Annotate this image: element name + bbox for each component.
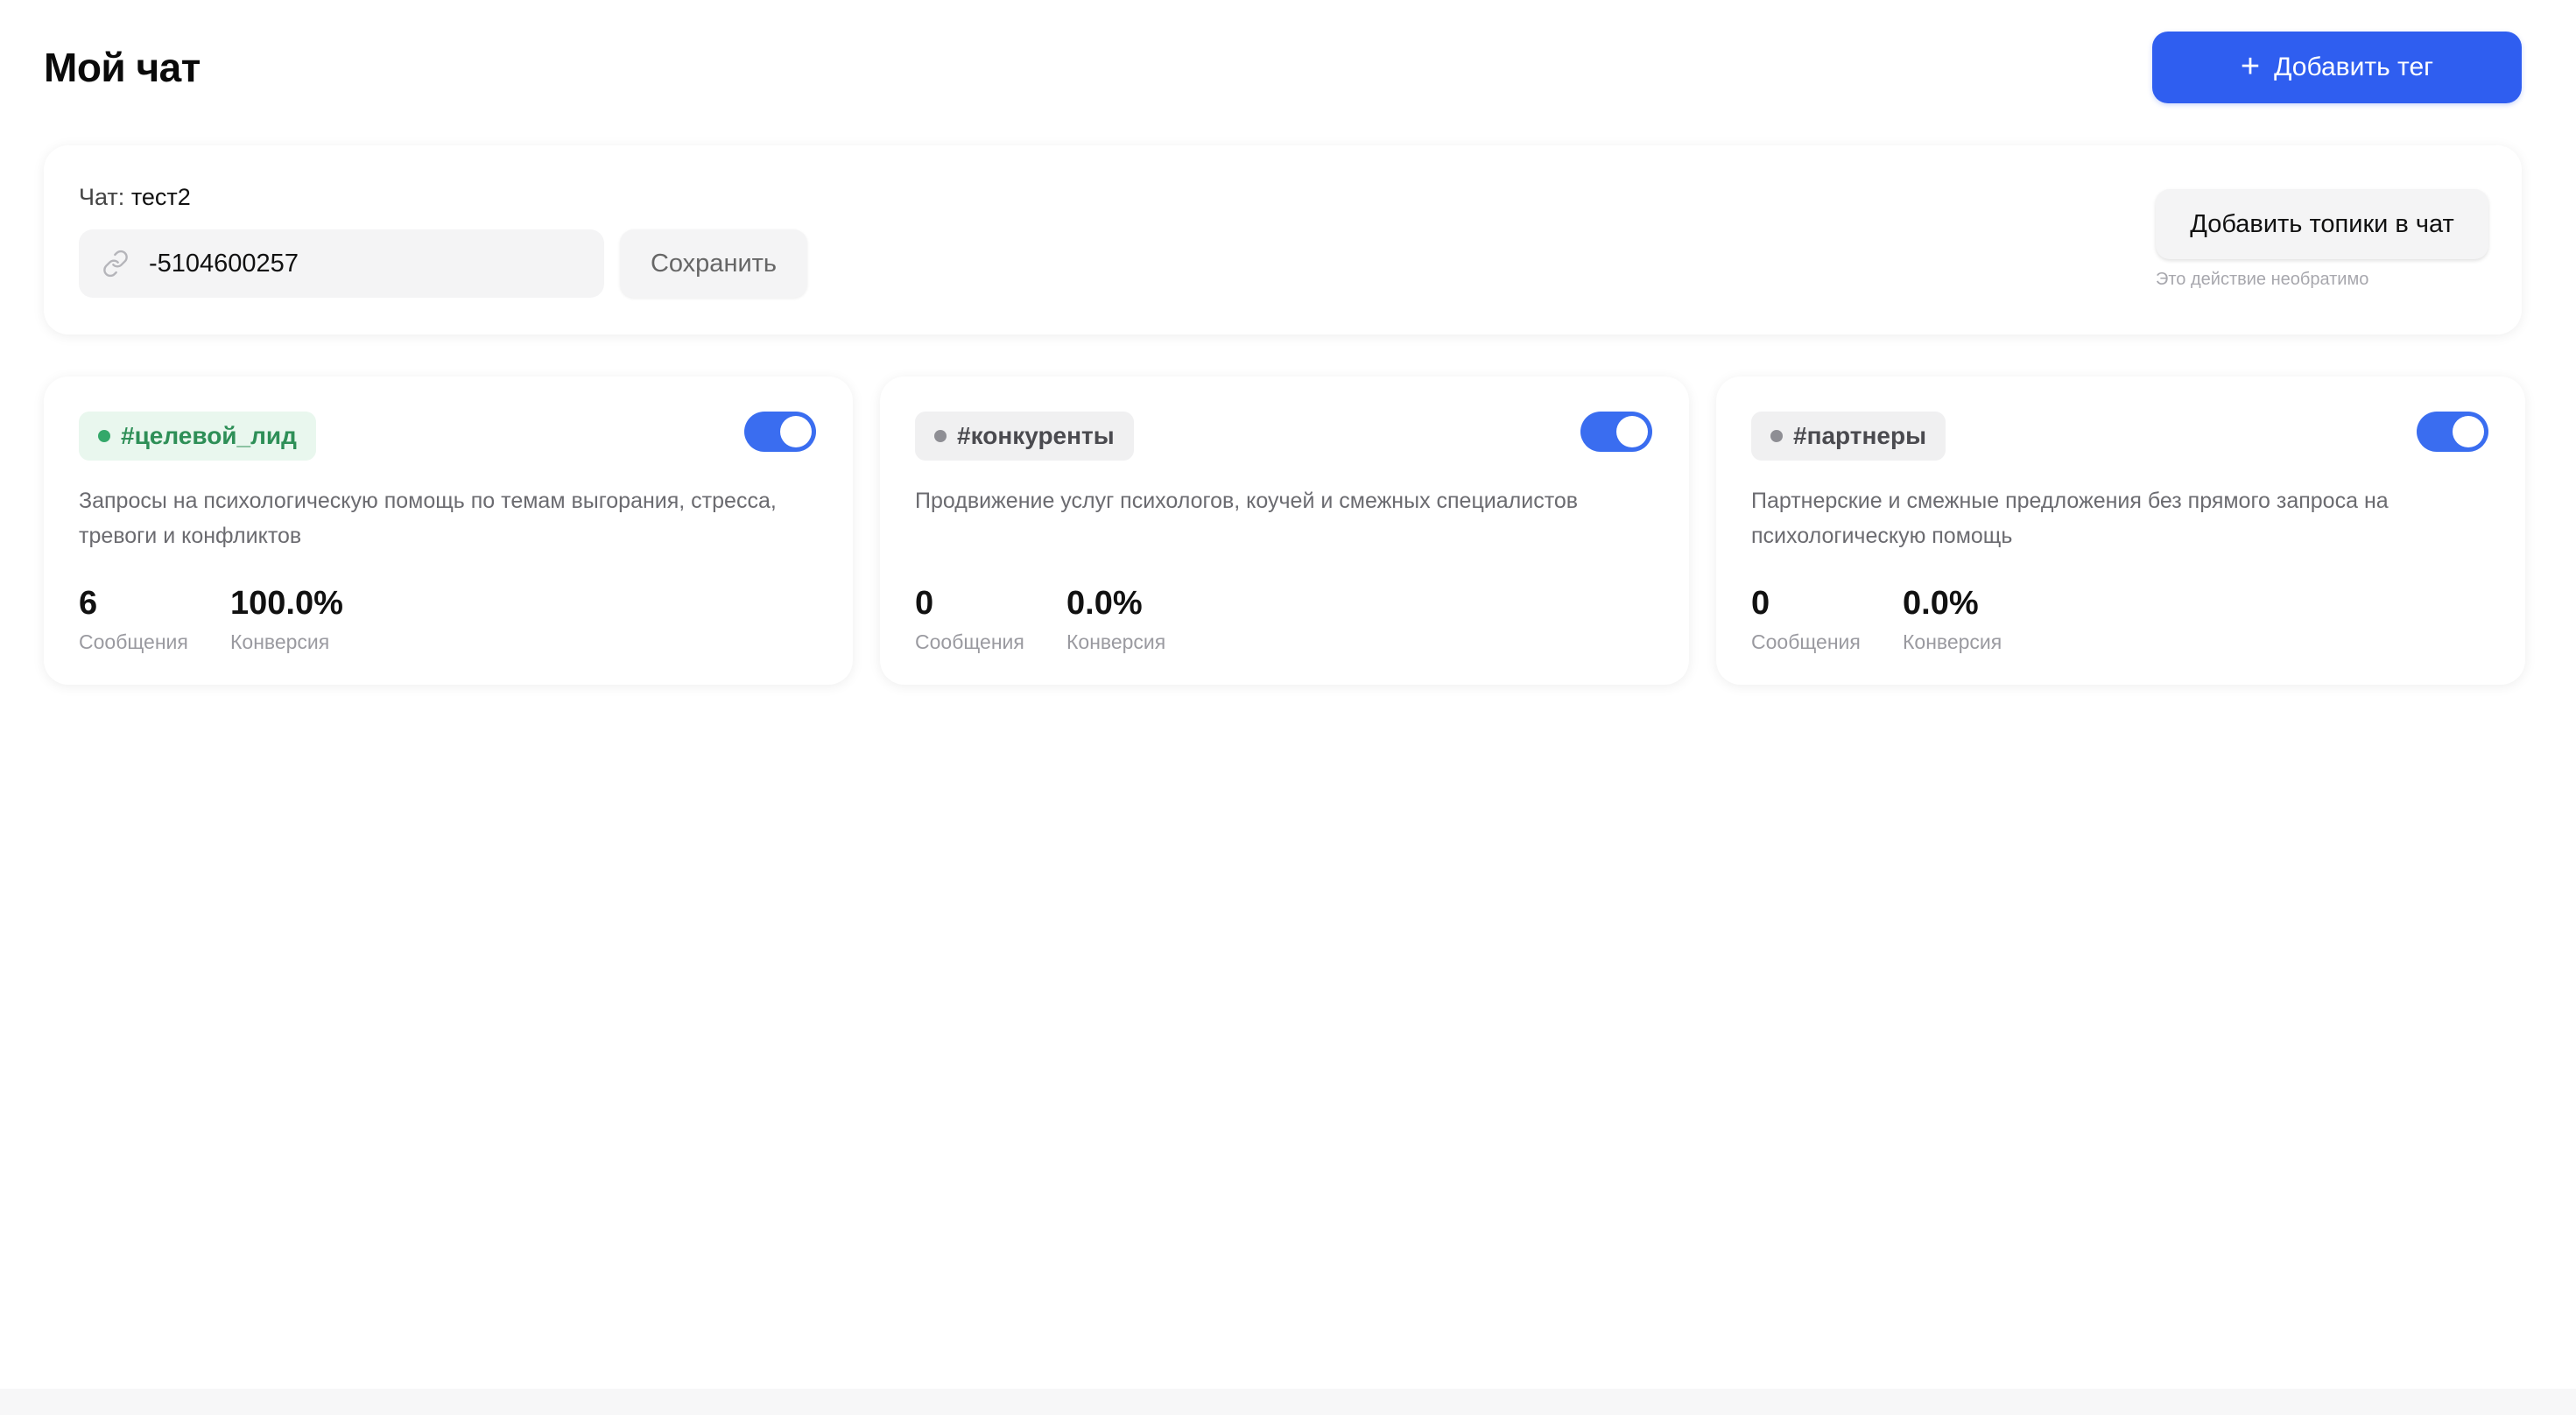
messages-stat: 0 Сообщения	[1751, 583, 1861, 654]
chat-settings-card: Чат: тест2 Сохранить Добавить топики в ч…	[44, 145, 2522, 334]
conversion-value: 0.0%	[1903, 585, 1979, 622]
conversion-label: Конверсия	[1066, 630, 1166, 653]
tag-description: Продвижение услуг психологов, коучей и с…	[915, 489, 1579, 513]
footer-strip	[0, 1389, 2576, 1415]
messages-value: 0	[1751, 585, 1770, 622]
conversion-stat: 0.0% Конверсия	[1903, 583, 2002, 654]
toggle-knob	[1616, 416, 1648, 447]
messages-value: 0	[915, 585, 934, 622]
add-topics-button[interactable]: Добавить топики в чат	[2156, 189, 2488, 259]
conversion-label: Конверсия	[1903, 630, 2002, 653]
conversion-stat: 100.0% Конверсия	[230, 583, 343, 654]
irreversible-note: Это действие необратимо	[2156, 270, 2369, 289]
tag-enabled-toggle[interactable]	[2417, 412, 2488, 452]
tag-name: #целевой_лид	[121, 422, 297, 449]
link-icon	[102, 249, 131, 278]
messages-stat: 0 Сообщения	[915, 583, 1024, 654]
save-button[interactable]: Сохранить	[620, 229, 807, 298]
messages-value: 6	[79, 585, 98, 622]
tag-card: #конкуренты Продвижение услуг психологов…	[880, 377, 1689, 685]
tag-card: #партнеры Партнерские и смежные предложе…	[1716, 377, 2525, 685]
add-tag-label: Добавить тег	[2274, 53, 2434, 81]
tag-card: #целевой_лид Запросы на психологическую …	[44, 377, 853, 685]
chat-name: тест2	[130, 184, 191, 210]
messages-label: Сообщения	[1751, 630, 1861, 653]
messages-label: Сообщения	[915, 630, 1024, 653]
plus-icon: +	[2240, 48, 2261, 85]
conversion-value: 0.0%	[1066, 585, 1143, 622]
conversion-label: Конверсия	[230, 630, 330, 653]
messages-label: Сообщения	[79, 630, 188, 653]
chat-label-prefix: Чат:	[79, 184, 125, 210]
page-header: Мой чат + Добавить тег	[44, 32, 2522, 103]
messages-stat: 6 Сообщения	[79, 583, 188, 654]
tag-status-dot	[98, 430, 110, 442]
tag-status-dot	[934, 430, 947, 442]
tag-description: Запросы на психологическую помощь по тем…	[79, 489, 777, 548]
tag-enabled-toggle[interactable]	[1580, 412, 1652, 452]
chat-id-field[interactable]	[79, 229, 604, 298]
conversion-stat: 0.0% Конверсия	[1066, 583, 1165, 654]
tag-badge: #целевой_лид	[79, 412, 316, 461]
tag-name: #конкуренты	[957, 422, 1115, 449]
tag-status-dot	[1770, 430, 1783, 442]
toggle-knob	[780, 416, 812, 447]
tag-badge: #конкуренты	[915, 412, 1134, 461]
chat-label-row: Чат: тест2	[79, 184, 191, 211]
tag-badge: #партнеры	[1751, 412, 1946, 461]
conversion-value: 100.0%	[230, 585, 343, 622]
tag-name: #партнеры	[1793, 422, 1927, 449]
tag-enabled-toggle[interactable]	[744, 412, 816, 452]
chat-id-input[interactable]	[149, 249, 569, 278]
page: Мой чат + Добавить тег Чат: тест2 Сохран…	[0, 0, 2576, 1389]
page-title: Мой чат	[44, 45, 201, 90]
tag-description: Партнерские и смежные предложения без пр…	[1751, 489, 2389, 548]
add-tag-button[interactable]: + Добавить тег	[2152, 32, 2522, 103]
toggle-knob	[2453, 416, 2484, 447]
